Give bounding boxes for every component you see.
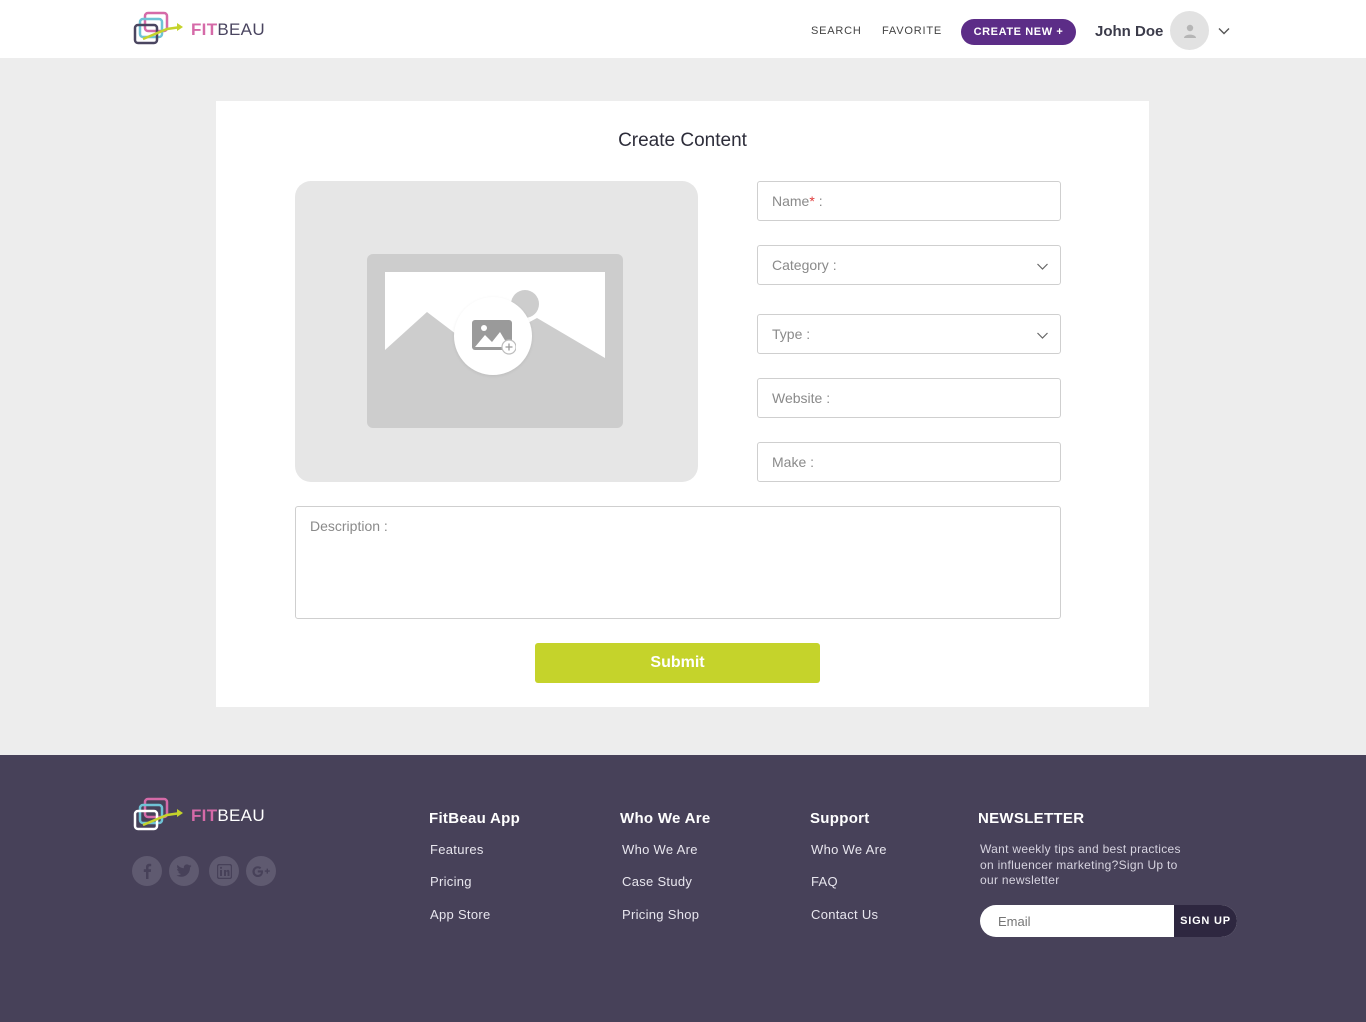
footer-link-case-study[interactable]: Case Study bbox=[622, 874, 692, 889]
website-label: Website : bbox=[772, 390, 831, 406]
footer-brand-logo[interactable]: FITBEAU bbox=[133, 797, 265, 835]
footer-heading-fitbeau-app: FitBeau App bbox=[429, 810, 521, 827]
website-field[interactable]: Website : bbox=[757, 378, 1061, 418]
image-upload-area[interactable] bbox=[295, 181, 698, 482]
chevron-down-icon bbox=[1037, 263, 1048, 270]
twitter-glyph-icon bbox=[176, 864, 192, 877]
add-image-button[interactable] bbox=[454, 297, 532, 375]
description-textarea[interactable]: Description : bbox=[295, 506, 1061, 619]
category-label: Category : bbox=[772, 257, 837, 273]
logo-mark-icon bbox=[133, 797, 183, 831]
footer-link-features[interactable]: Features bbox=[430, 842, 484, 857]
make-field[interactable]: Make : bbox=[757, 442, 1061, 482]
top-header: FITBEAU SEARCH FAVORITE CREATE NEW + Joh… bbox=[0, 0, 1366, 58]
footer-heading-newsletter: NEWSLETTER bbox=[978, 810, 1085, 827]
nav-favorite-link[interactable]: FAVORITE bbox=[882, 25, 942, 37]
footer-link-pricing-shop[interactable]: Pricing Shop bbox=[622, 907, 699, 922]
brand-beau-text: BEAU bbox=[217, 806, 265, 825]
footer-heading-who-we-are: Who We Are bbox=[620, 810, 711, 827]
make-label: Make : bbox=[772, 454, 815, 470]
footer-link-faq[interactable]: FAQ bbox=[811, 874, 838, 889]
facebook-icon[interactable] bbox=[132, 856, 162, 886]
type-label: Type : bbox=[772, 326, 811, 342]
footer-link-contact-us[interactable]: Contact Us bbox=[811, 907, 878, 922]
chevron-down-icon[interactable] bbox=[1217, 24, 1231, 38]
page-title: Create Content bbox=[618, 130, 747, 151]
footer-link-who-we-are[interactable]: Who We Are bbox=[622, 842, 698, 857]
linkedin-glyph-icon bbox=[216, 863, 232, 879]
brand-fit-text: FIT bbox=[191, 806, 218, 825]
add-image-icon bbox=[472, 320, 516, 355]
brand-logo[interactable]: FITBEAU bbox=[133, 11, 265, 49]
footer-brand-name: FITBEAU bbox=[191, 806, 265, 826]
name-field-suffix: : bbox=[814, 193, 823, 209]
facebook-glyph-icon bbox=[143, 863, 152, 879]
avatar[interactable] bbox=[1170, 11, 1209, 50]
user-icon bbox=[1183, 24, 1196, 38]
create-content-card: Create Content Name* : Category : Type : bbox=[216, 101, 1149, 707]
brand-fit-text: FIT bbox=[191, 20, 218, 39]
name-field-label: Name bbox=[772, 193, 810, 209]
category-select[interactable]: Category : bbox=[757, 245, 1061, 285]
name-field[interactable]: Name* : bbox=[757, 181, 1061, 221]
newsletter-description: Want weekly tips and best practices on i… bbox=[980, 842, 1181, 887]
logo-mark-icon bbox=[133, 11, 183, 45]
footer-heading-support: Support bbox=[810, 810, 870, 827]
google-plus-glyph-icon bbox=[252, 865, 270, 877]
brand-beau-text: BEAU bbox=[217, 20, 265, 39]
nav-search-link[interactable]: SEARCH bbox=[811, 25, 862, 37]
footer-link-app-store[interactable]: App Store bbox=[430, 907, 491, 922]
description-label: Description : bbox=[310, 518, 388, 534]
newsletter-email-input[interactable] bbox=[980, 905, 1174, 937]
footer-link-pricing[interactable]: Pricing bbox=[430, 874, 472, 889]
create-new-button[interactable]: CREATE NEW + bbox=[961, 19, 1076, 45]
footer-link-support-who-we-are[interactable]: Who We Are bbox=[811, 842, 887, 857]
chevron-down-icon bbox=[1037, 332, 1048, 339]
linkedin-icon[interactable] bbox=[209, 856, 239, 886]
user-name[interactable]: John Doe bbox=[1095, 23, 1163, 40]
newsletter-form: SIGN UP bbox=[980, 905, 1237, 937]
submit-button[interactable]: Submit bbox=[535, 643, 820, 683]
twitter-icon[interactable] bbox=[169, 856, 199, 886]
google-plus-icon[interactable] bbox=[246, 856, 276, 886]
type-select[interactable]: Type : bbox=[757, 314, 1061, 354]
sign-up-button[interactable]: SIGN UP bbox=[1174, 905, 1237, 937]
site-footer: FITBEAU FitBeau App Features Pricing App… bbox=[0, 755, 1366, 1022]
brand-name: FITBEAU bbox=[191, 20, 265, 40]
